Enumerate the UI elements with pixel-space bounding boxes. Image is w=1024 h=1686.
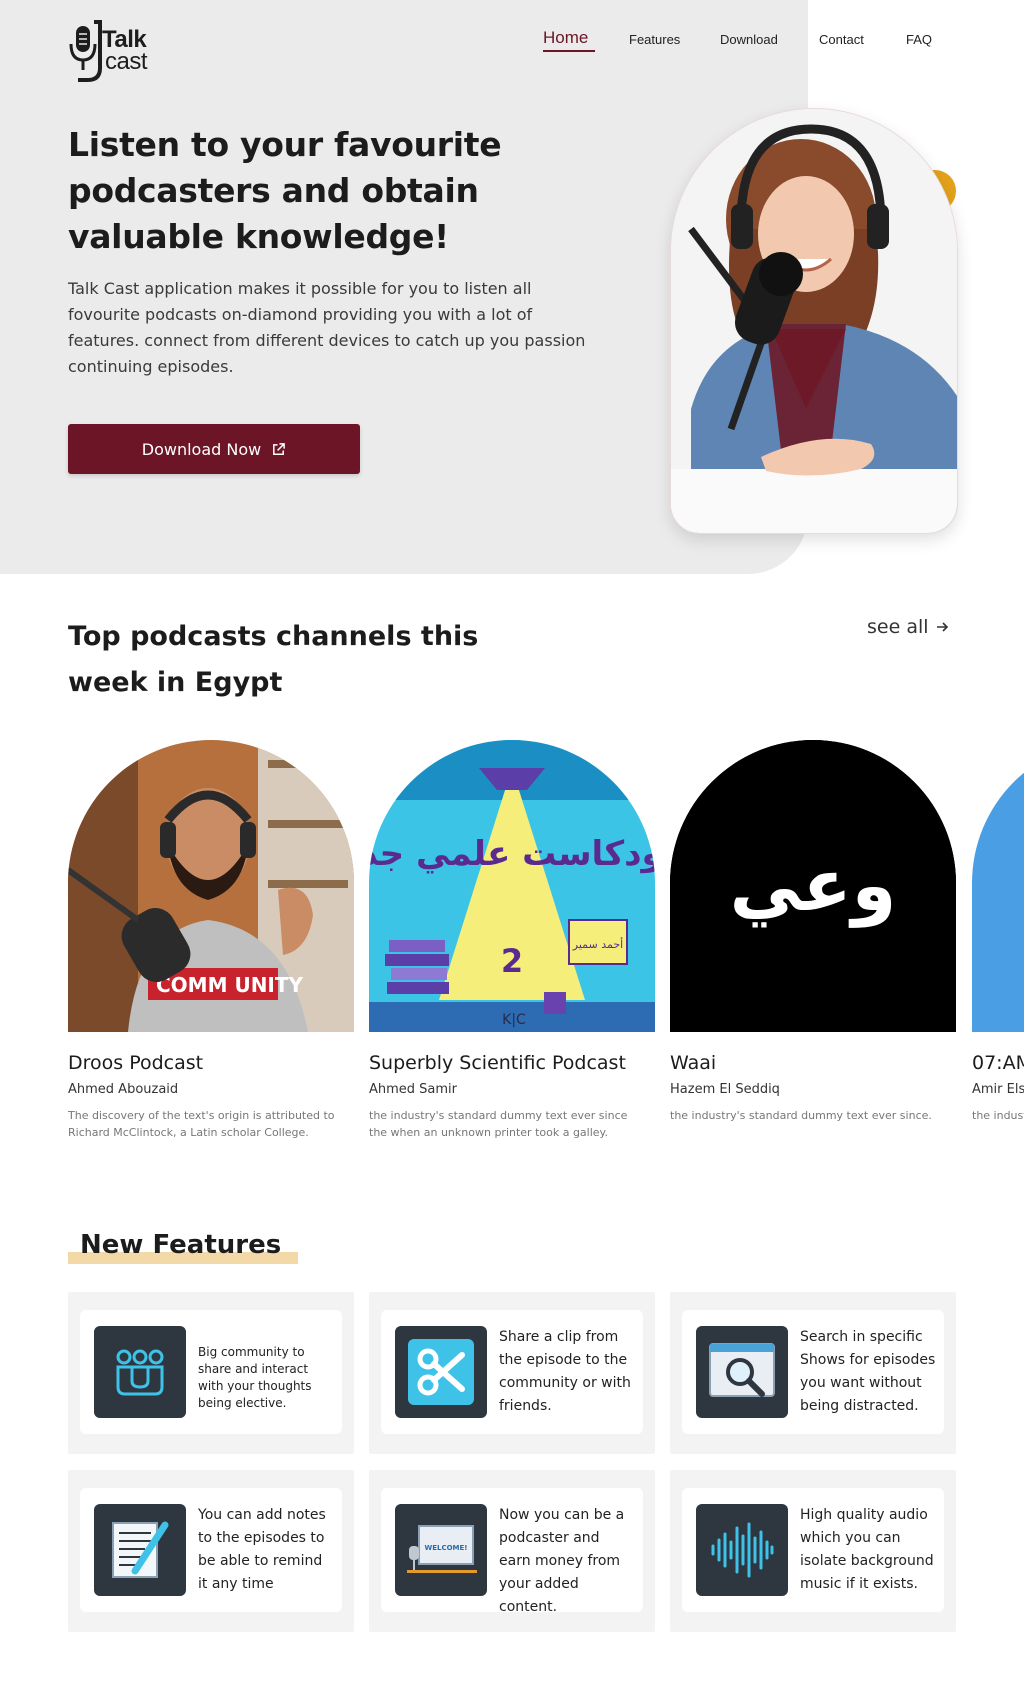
hero-title: Listen to your favourite podcasters and … xyxy=(68,125,502,256)
feature-card: Big community to share and interact with… xyxy=(68,1292,354,1454)
community-icon xyxy=(94,1326,186,1418)
nav-faq[interactable]: FAQ xyxy=(906,32,932,47)
podcast-description: the industry's standard dummy text ever … xyxy=(369,1109,628,1139)
podcast-title[interactable]: 07:AM xyxy=(972,1052,1024,1074)
svg-text:COMM UNITY: COMM UNITY xyxy=(156,973,304,997)
feature-text: Share a clip from the episode to the com… xyxy=(499,1329,631,1414)
nav-contact[interactable]: Contact xyxy=(819,32,864,47)
feature-text: Now you can be a podcaster and earn mone… xyxy=(499,1507,625,1615)
notes-icon xyxy=(94,1504,186,1596)
podcast-description: the industry's standard dummy text ever … xyxy=(670,1109,932,1122)
podcast-author: Amir Els xyxy=(972,1082,1024,1097)
feature-text: Search in specific Shows for episodes yo… xyxy=(800,1329,936,1414)
feature-card-inner: You can add notes to the episodes to be … xyxy=(80,1488,342,1612)
podcast-card[interactable]: COMM UNITY Droos Podcast Ahmed Abouzaid … xyxy=(68,740,354,1141)
podcast-cover-07am xyxy=(972,740,1024,1032)
feature-card: Share a clip from the episode to the com… xyxy=(369,1292,655,1454)
feature-card: WELCOME! Now you can be a podcaster and … xyxy=(369,1470,655,1632)
podcaster-illustration xyxy=(671,109,957,533)
nav-download[interactable]: Download xyxy=(720,32,778,47)
hero-podcaster-photo xyxy=(670,108,958,534)
podcast-description: the indust xyxy=(972,1109,1024,1122)
feature-card-inner: High quality audio which you can isolate… xyxy=(682,1488,944,1612)
cover-publisher-mark: K|C xyxy=(502,1012,526,1028)
audio-wave-icon xyxy=(696,1504,788,1596)
podcast-card[interactable]: وعي Waai Hazem El Seddiq the industry's … xyxy=(670,740,956,1124)
nav-home[interactable]: Home xyxy=(543,28,588,48)
cover-author: أحمد سمير xyxy=(572,937,623,951)
podcast-cover-droos: COMM UNITY xyxy=(68,740,354,1032)
podcast-title[interactable]: Droos Podcast xyxy=(68,1052,354,1074)
feature-card: You can add notes to the episodes to be … xyxy=(68,1470,354,1632)
podcast-description: The discovery of the text's origin is at… xyxy=(68,1109,335,1139)
podcast-author: Hazem El Seddiq xyxy=(670,1082,780,1097)
feature-text: High quality audio which you can isolate… xyxy=(800,1507,934,1592)
podcast-title[interactable]: Waai xyxy=(670,1052,956,1074)
feature-card-inner: Share a clip from the episode to the com… xyxy=(381,1310,643,1434)
scissors-icon xyxy=(395,1326,487,1418)
brand-name-line2: cast xyxy=(105,48,148,75)
see-all-link[interactable]: see all xyxy=(867,616,949,638)
new-features-title: New Features xyxy=(80,1230,282,1260)
external-link-icon xyxy=(273,442,286,455)
cover-arabic-title: بودكاست علمي جدًا xyxy=(369,834,655,874)
podcast-title[interactable]: Superbly Scientific Podcast xyxy=(369,1052,655,1074)
welcome-screen-text: WELCOME! xyxy=(425,1544,468,1552)
new-features-heading: New Features xyxy=(68,1230,298,1264)
feature-text: Big community to share and interact with… xyxy=(198,1345,312,1410)
cover-number: 2 xyxy=(501,942,523,980)
feature-card-inner: WELCOME! Now you can be a podcaster and … xyxy=(381,1488,643,1615)
top-podcasts-title: Top podcasts channels this week in Egypt xyxy=(68,621,479,698)
podcast-card[interactable]: 07:AM Amir Els the indust xyxy=(972,740,1024,1124)
feature-text: You can add notes to the episodes to be … xyxy=(198,1507,326,1592)
hero-description: Talk Cast application makes it possible … xyxy=(68,279,586,376)
nav-features[interactable]: Features xyxy=(629,32,680,47)
arrow-right-icon xyxy=(936,622,948,632)
download-now-button[interactable]: Download Now xyxy=(68,424,360,474)
cover-arabic-word: وعي xyxy=(730,843,897,928)
feature-card: High quality audio which you can isolate… xyxy=(670,1470,956,1632)
feature-card-inner: Big community to share and interact with… xyxy=(80,1310,342,1434)
search-window-icon xyxy=(696,1326,788,1418)
podcast-cover-waai: وعي xyxy=(670,740,956,1032)
download-button-label: Download Now xyxy=(141,439,262,459)
feature-card: Search in specific Shows for episodes yo… xyxy=(670,1292,956,1454)
podcast-cover-superbly-scientific: بودكاست علمي جدًا 2 أحمد سمير K|C xyxy=(369,740,655,1032)
nav-active-underline xyxy=(543,50,595,52)
podcast-author: Ahmed Abouzaid xyxy=(68,1082,179,1097)
feature-card-inner: Search in specific Shows for episodes yo… xyxy=(682,1310,944,1434)
podcaster-icon: WELCOME! xyxy=(395,1504,487,1596)
podcast-card[interactable]: بودكاست علمي جدًا 2 أحمد سمير K|C Superb… xyxy=(369,740,655,1141)
see-all-label: see all xyxy=(867,616,929,638)
podcast-author: Ahmed Samir xyxy=(369,1082,458,1097)
